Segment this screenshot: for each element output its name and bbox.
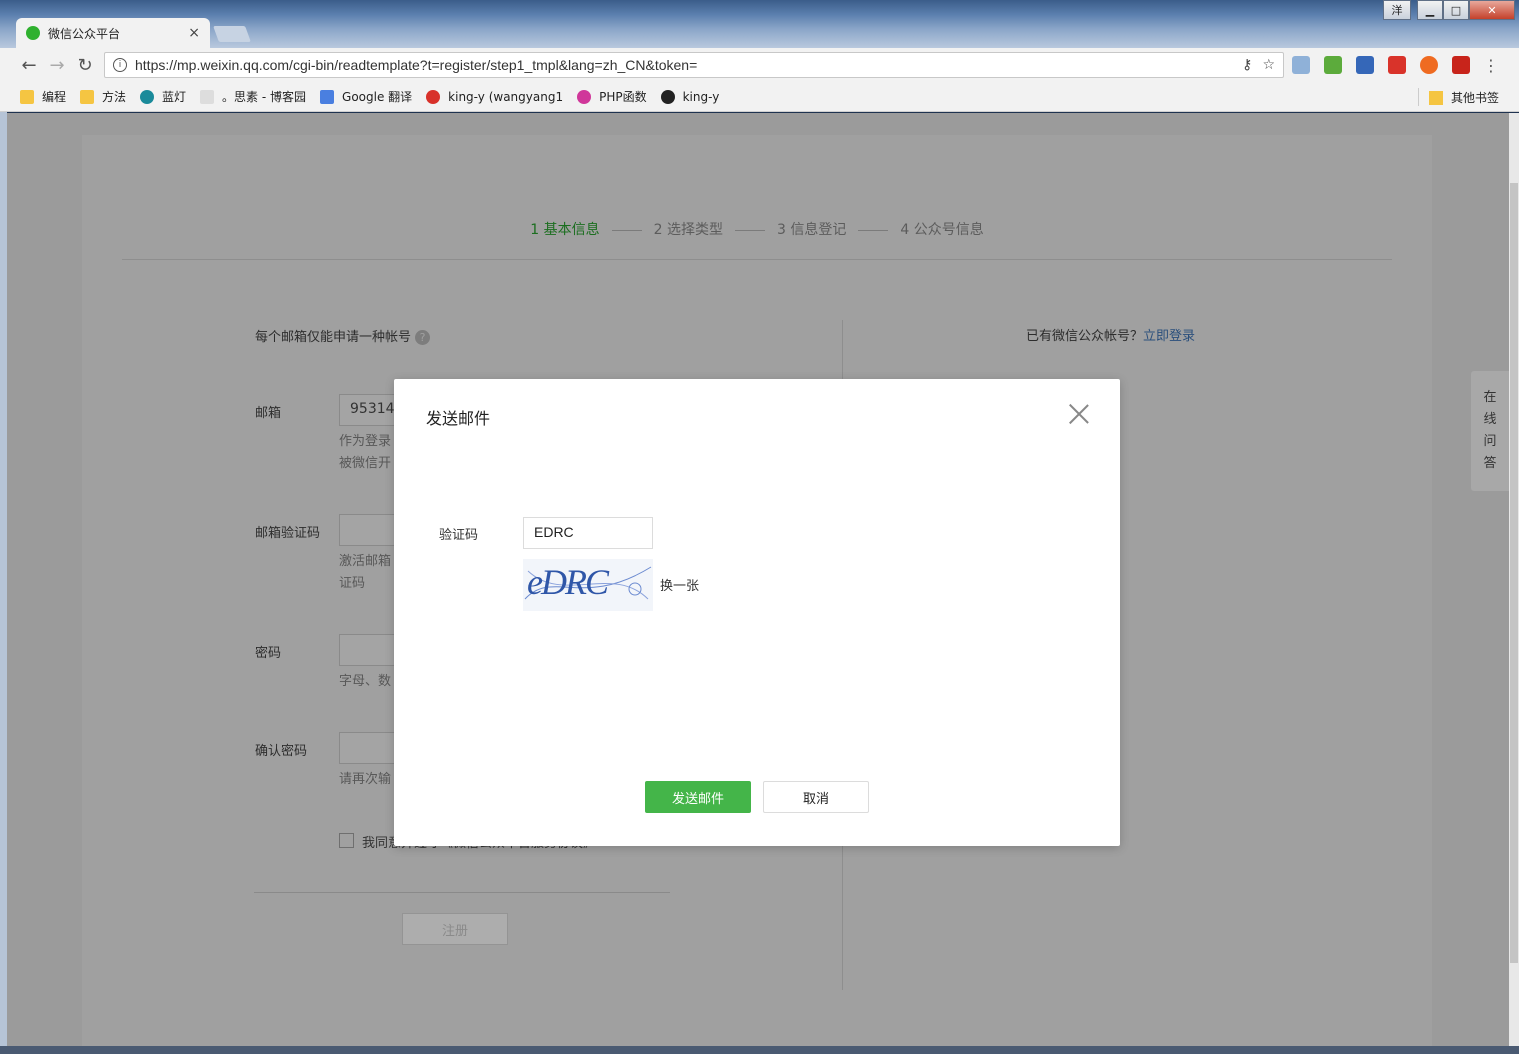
- email-code-label: 邮箱验证码: [255, 526, 321, 541]
- tab-title: 微信公众平台: [48, 26, 121, 41]
- reload-icon[interactable]: ↻: [74, 54, 96, 76]
- window-border: [0, 112, 7, 1046]
- help-icon[interactable]: ?: [415, 330, 431, 345]
- bookmark-item[interactable]: 。思素 - 博客园: [200, 88, 306, 105]
- blog-icon: [200, 89, 215, 104]
- g-icon: [426, 89, 441, 104]
- confirm-password-label: 确认密码: [255, 744, 308, 759]
- email-code-hint: 激活邮箱 证码: [339, 554, 392, 591]
- lantern-icon: [140, 89, 155, 104]
- forward-icon[interactable]: →: [46, 54, 68, 76]
- key-icon[interactable]: ⚷: [1242, 57, 1252, 73]
- php-icon: [577, 89, 592, 104]
- bookmark-star-icon[interactable]: ☆: [1262, 57, 1275, 73]
- window-controls: 洋 ▁ □ ✕: [1383, 0, 1515, 20]
- wechat-icon: [26, 26, 40, 40]
- browser-titlebar: 微信公众平台 × 洋 ▁ □ ✕: [0, 0, 1519, 48]
- close-icon[interactable]: [1066, 401, 1092, 427]
- bookmark-item[interactable]: king-y (wangyang1: [426, 89, 563, 104]
- folder-icon: [80, 89, 95, 104]
- step-2: 2 选择类型: [653, 222, 723, 238]
- agree-checkbox[interactable]: [339, 833, 354, 848]
- captcha-image[interactable]: eDRC: [523, 559, 653, 611]
- captcha-input[interactable]: EDRC: [523, 517, 653, 549]
- extension-circle-icon[interactable]: [1420, 56, 1438, 74]
- email-notice: 每个邮箱仅能申请一种帐号?: [255, 326, 431, 345]
- captcha-label: 验证码: [439, 528, 479, 543]
- folder-icon: [1428, 90, 1443, 105]
- login-link[interactable]: 立即登录: [1143, 329, 1195, 344]
- cancel-button[interactable]: 取消: [763, 781, 869, 813]
- scrollbar[interactable]: [1509, 113, 1519, 1046]
- bookmark-item[interactable]: king-y: [660, 89, 719, 104]
- scrollbar-thumb[interactable]: [1510, 183, 1518, 963]
- dialog-title: 发送邮件: [426, 409, 491, 428]
- menu-icon[interactable]: ⋮: [1480, 54, 1502, 76]
- step-1: 1 基本信息: [530, 222, 600, 238]
- email-label: 邮箱: [255, 406, 282, 421]
- confirm-password-hint: 请再次输: [339, 772, 392, 787]
- bookmark-item[interactable]: 方法: [80, 88, 126, 105]
- close-window-button[interactable]: ✕: [1469, 0, 1515, 20]
- browser-toolbar: ← → ↻ i https://mp.weixin.qq.com/cgi-bin…: [0, 48, 1519, 82]
- other-bookmarks[interactable]: 其他书签: [1428, 89, 1499, 106]
- address-bar[interactable]: i https://mp.weixin.qq.com/cgi-bin/readt…: [104, 52, 1284, 78]
- tab-close-icon[interactable]: ×: [188, 25, 200, 41]
- extension-fe-icon[interactable]: [1388, 56, 1406, 74]
- bookmark-item[interactable]: 蓝灯: [140, 88, 186, 105]
- bookmark-item[interactable]: Google 翻译: [320, 88, 412, 105]
- step-indicator: 1 基本信息 2 选择类型 3 信息登记 4 公众号信息: [82, 219, 1432, 239]
- step-3: 3 信息登记: [777, 222, 847, 238]
- send-email-dialog: 发送邮件 验证码 EDRC eDRC 换一张 发送邮件 取消: [394, 379, 1120, 846]
- extension-puzzle-icon[interactable]: [1324, 56, 1342, 74]
- new-tab-button[interactable]: [213, 26, 251, 42]
- bookmark-separator: [1418, 88, 1419, 106]
- url-text[interactable]: https://mp.weixin.qq.com/cgi-bin/readtem…: [135, 57, 1232, 73]
- password-label: 密码: [255, 646, 282, 661]
- extension-save-icon[interactable]: [1356, 56, 1374, 74]
- bookmark-item[interactable]: PHP函数: [577, 88, 647, 105]
- minimize-button[interactable]: ▁: [1417, 0, 1443, 20]
- extension-download-icon[interactable]: [1452, 56, 1470, 74]
- profile-button[interactable]: 洋: [1383, 0, 1411, 20]
- password-hint: 字母、数: [339, 674, 392, 689]
- divider: [122, 259, 1392, 260]
- divider: [254, 892, 670, 893]
- register-button[interactable]: 注册: [402, 913, 508, 945]
- taskbar: [0, 1046, 1519, 1054]
- translate-icon: [320, 89, 335, 104]
- refresh-captcha-link[interactable]: 换一张: [660, 575, 699, 594]
- captcha-text: eDRC: [527, 562, 609, 602]
- site-info-icon[interactable]: i: [113, 58, 127, 72]
- step-4: 4 公众号信息: [900, 222, 984, 238]
- maximize-button[interactable]: □: [1443, 0, 1469, 20]
- github-icon: [660, 89, 675, 104]
- browser-tab[interactable]: 微信公众平台 ×: [16, 18, 210, 48]
- bookmark-item[interactable]: 编程: [20, 88, 66, 105]
- folder-icon: [20, 89, 34, 104]
- back-icon[interactable]: ←: [18, 54, 40, 76]
- online-qa-button[interactable]: 在线问答: [1471, 371, 1509, 491]
- email-hint: 作为登录 被微信开: [339, 434, 392, 471]
- login-prompt: 已有微信公众帐号？立即登录: [1026, 329, 1196, 344]
- send-email-button[interactable]: 发送邮件: [645, 781, 751, 813]
- extension-link-icon[interactable]: [1292, 56, 1310, 74]
- bookmarks-bar: 编程 方法 蓝灯 。思素 - 博客园 Google 翻译 king-y (wan…: [0, 82, 1519, 112]
